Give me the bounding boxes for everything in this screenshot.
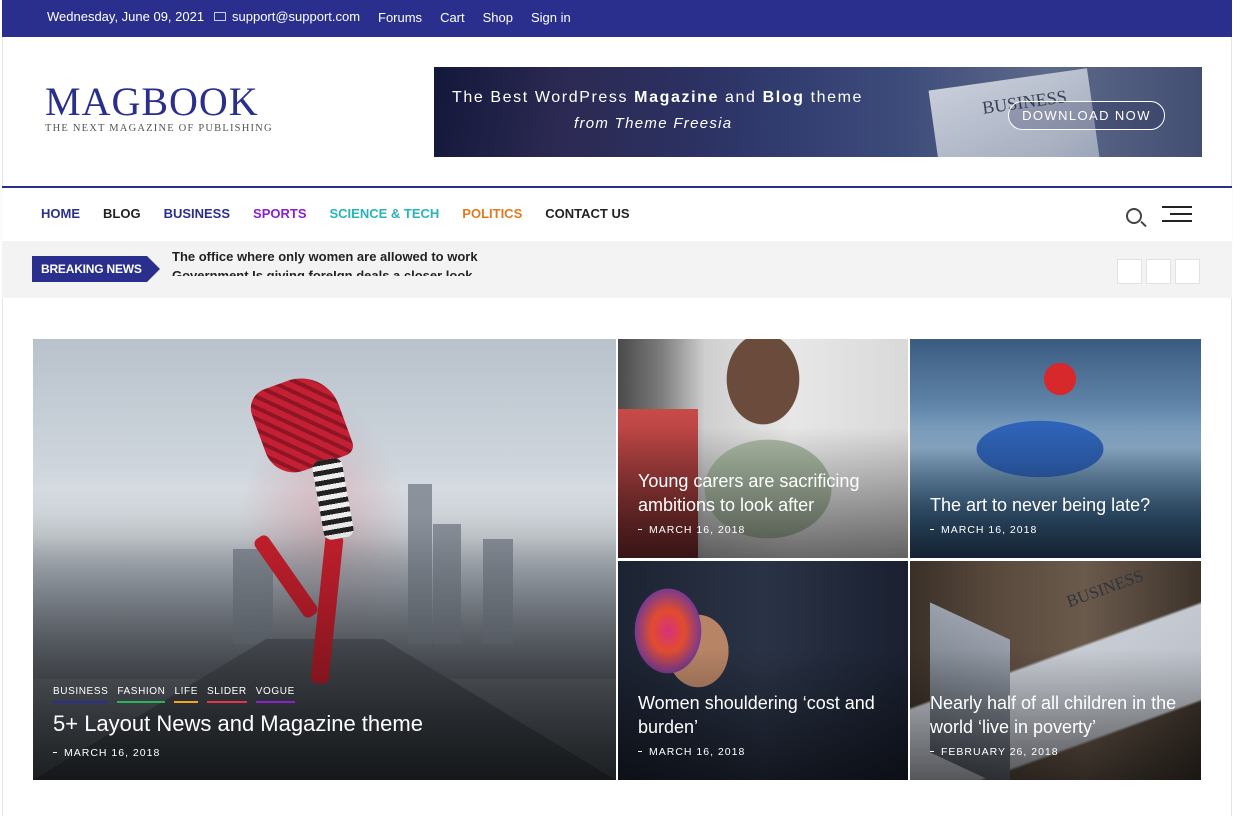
- banner-text-theme: theme: [804, 89, 864, 106]
- featured-post-card[interactable]: Women shouldering ‘cost and burden’ MARC…: [618, 561, 908, 780]
- post-title[interactable]: Women shouldering ‘cost and burden’: [638, 691, 898, 739]
- logo-tagline: THE NEXT MAGAZINE OF PUBLISHING: [45, 123, 273, 134]
- banner-text-blog: Blog: [762, 89, 805, 106]
- banner-text-a: The Best WordPress: [452, 89, 635, 106]
- nav-menu: HOME BLOG BUSINESS SPORTS SCIENCE & TECH…: [41, 206, 630, 221]
- post-title[interactable]: Nearly half of all children in the world…: [930, 691, 1190, 739]
- banner-headline: The Best WordPress Magazine and Blog the…: [452, 89, 863, 107]
- hamburger-menu-icon[interactable]: [1162, 206, 1192, 227]
- tag-life[interactable]: LIFE: [174, 686, 199, 703]
- breaking-news-bar: BREAKING NEWS The office where only wome…: [2, 241, 1232, 298]
- nav-sports[interactable]: SPORTS: [253, 206, 306, 221]
- post-date[interactable]: MARCH 16, 2018: [637, 524, 745, 536]
- banner-subline: from Theme Freesia: [574, 115, 733, 132]
- current-date: Wednesday, June 09, 2021: [47, 9, 205, 24]
- category-tags: BUSINESS FASHION LIFE SLIDER VOGUE: [53, 686, 295, 703]
- tag-vogue[interactable]: VOGUE: [255, 686, 295, 703]
- ticker-next-button[interactable]: [1175, 259, 1200, 284]
- site-logo[interactable]: MAGBOOK THE NEXT MAGAZINE OF PUBLISHING: [45, 82, 285, 135]
- link-shop[interactable]: Shop: [483, 10, 513, 25]
- link-sign-in[interactable]: Sign in: [531, 10, 571, 25]
- image-shade: [33, 515, 616, 780]
- post-date[interactable]: FEBRUARY 26, 2018: [930, 746, 1059, 758]
- banner-text-magazine: Magazine: [634, 89, 719, 106]
- post-date[interactable]: MARCH 16, 2018: [52, 747, 160, 759]
- featured-post-card[interactable]: The art to never being late? MARCH 16, 2…: [910, 339, 1201, 558]
- nav-contact-us[interactable]: CONTACT US: [545, 206, 629, 221]
- featured-main-post[interactable]: BUSINESS FASHION LIFE SLIDER VOGUE 5+ La…: [33, 339, 616, 780]
- main-navigation: HOME BLOG BUSINESS SPORTS SCIENCE & TECH…: [2, 186, 1232, 241]
- post-date[interactable]: MARCH 16, 2018: [929, 524, 1037, 536]
- logo-part-2: BOOK: [141, 79, 259, 124]
- ticker-prev-button[interactable]: [1117, 259, 1142, 284]
- breaking-headline-2[interactable]: Government Is giving foreIgn deals a clo…: [172, 268, 473, 276]
- nav-business[interactable]: BUSINESS: [164, 206, 230, 221]
- nav-science-tech[interactable]: SCIENCE & TECH: [330, 206, 440, 221]
- top-bar: Wednesday, June 09, 2021 support@support…: [2, 0, 1232, 37]
- header-banner-ad[interactable]: BUSINESS The Best WordPress Magazine and…: [434, 67, 1202, 157]
- nav-politics[interactable]: POLITICS: [462, 206, 522, 221]
- ticker-pause-button[interactable]: [1146, 259, 1171, 284]
- envelope-icon: [214, 12, 226, 21]
- support-email-text[interactable]: support@support.com: [232, 9, 360, 24]
- tag-fashion[interactable]: FASHION: [117, 686, 166, 703]
- search-icon[interactable]: [1126, 208, 1142, 224]
- breaking-news-ticker[interactable]: The office where only women are allowed …: [172, 252, 572, 276]
- breaking-headline-1[interactable]: The office where only women are allowed …: [172, 252, 478, 264]
- top-links: Forums Cart Shop Sign in: [378, 10, 571, 25]
- nav-blog[interactable]: BLOG: [103, 206, 141, 221]
- download-now-button[interactable]: DOWNLOAD NOW: [1008, 101, 1165, 130]
- link-forums[interactable]: Forums: [378, 10, 422, 25]
- logo-wordmark[interactable]: MAGBOOK: [45, 82, 285, 122]
- post-title[interactable]: The art to never being late?: [930, 493, 1190, 517]
- banner-photo-suit: [434, 67, 764, 157]
- featured-post-card[interactable]: BUSINESS Nearly half of all children in …: [910, 561, 1201, 780]
- link-cart[interactable]: Cart: [440, 10, 465, 25]
- breaking-news-label: BREAKING NEWS: [32, 256, 160, 282]
- banner-text-and: and: [719, 89, 763, 106]
- logo-part-1: MAG: [45, 79, 142, 124]
- post-date[interactable]: MARCH 16, 2018: [637, 746, 745, 758]
- tag-business[interactable]: BUSINESS: [53, 686, 109, 703]
- support-email[interactable]: support@support.com: [214, 9, 360, 24]
- featured-post-card[interactable]: Young carers are sacrificing ambitions t…: [618, 339, 908, 558]
- tag-slider[interactable]: SLIDER: [207, 686, 247, 703]
- nav-home[interactable]: HOME: [41, 206, 80, 221]
- post-title[interactable]: Young carers are sacrificing ambitions t…: [638, 469, 888, 517]
- post-title[interactable]: 5+ Layout News and Magazine theme: [53, 712, 423, 736]
